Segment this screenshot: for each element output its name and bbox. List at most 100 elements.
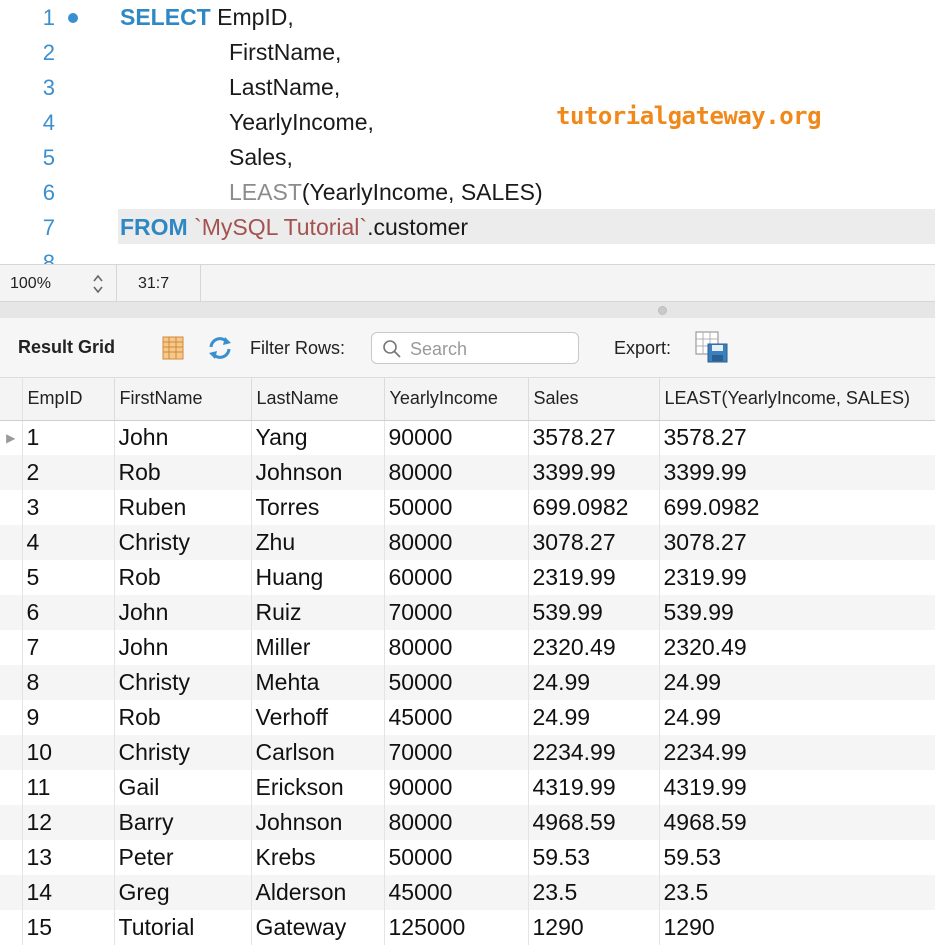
code-line[interactable]: 3 LastName, (0, 70, 935, 105)
table-cell[interactable]: 4 (22, 525, 115, 560)
table-row[interactable]: 15 Tutorial Gateway 125000 1290 1290 (0, 910, 935, 945)
column-header[interactable]: FirstName (114, 378, 252, 421)
column-header[interactable]: EmpID (22, 378, 115, 421)
row-marker[interactable] (0, 455, 23, 490)
sql-editor[interactable]: 1 SELECT EmpID, 2 FirstName, 3 LastName, 4 Year… (0, 0, 935, 264)
table-row[interactable]: 5 Rob Huang 60000 2319.99 2319.99 (0, 560, 935, 595)
filter-search-input[interactable] (410, 338, 570, 360)
table-cell[interactable]: 2319.99 (528, 560, 660, 595)
table-row[interactable]: 4 Christy Zhu 80000 3078.27 3078.27 (0, 525, 935, 560)
table-cell[interactable]: Gail (114, 770, 252, 805)
table-cell[interactable]: 2320.49 (659, 630, 935, 665)
table-cell[interactable]: 24.99 (659, 700, 935, 735)
table-cell[interactable]: Rob (114, 455, 252, 490)
table-cell[interactable]: 12 (22, 805, 115, 840)
table-cell[interactable]: 4968.59 (528, 805, 660, 840)
table-cell[interactable]: 699.0982 (659, 490, 935, 525)
table-cell[interactable]: Alderson (251, 875, 385, 910)
table-cell[interactable]: 15 (22, 910, 115, 945)
row-marker[interactable] (0, 840, 23, 875)
table-cell[interactable]: 24.99 (659, 665, 935, 700)
row-marker[interactable] (0, 735, 23, 770)
table-row[interactable]: 12 Barry Johnson 80000 4968.59 4968.59 (0, 805, 935, 840)
table-cell[interactable]: 539.99 (528, 595, 660, 630)
table-cell[interactable]: 2234.99 (659, 735, 935, 770)
table-cell[interactable]: 23.5 (528, 875, 660, 910)
table-cell[interactable]: Christy (114, 665, 252, 700)
row-marker[interactable] (0, 910, 23, 945)
row-marker[interactable] (0, 560, 23, 595)
table-row[interactable]: 13 Peter Krebs 50000 59.53 59.53 (0, 840, 935, 875)
table-cell[interactable]: Yang (251, 420, 385, 455)
table-cell[interactable]: Rob (114, 560, 252, 595)
table-row[interactable]: ▶ 1 John Yang 90000 3578.27 3578.27 (0, 420, 935, 455)
table-cell[interactable]: Christy (114, 735, 252, 770)
table-cell[interactable]: Carlson (251, 735, 385, 770)
table-row[interactable]: 3 Ruben Torres 50000 699.0982 699.0982 (0, 490, 935, 525)
table-cell[interactable]: 50000 (384, 840, 529, 875)
table-cell[interactable]: 9 (22, 700, 115, 735)
row-marker[interactable] (0, 875, 23, 910)
table-cell[interactable]: 1290 (659, 910, 935, 945)
table-cell[interactable]: 539.99 (659, 595, 935, 630)
code-line[interactable]: 8 (0, 245, 935, 265)
table-cell[interactable]: 80000 (384, 455, 529, 490)
table-cell[interactable]: 8 (22, 665, 115, 700)
table-cell[interactable]: 7 (22, 630, 115, 665)
table-cell[interactable]: Krebs (251, 840, 385, 875)
table-cell[interactable]: Gateway (251, 910, 385, 945)
table-cell[interactable]: 45000 (384, 700, 529, 735)
table-cell[interactable]: 3 (22, 490, 115, 525)
table-cell[interactable]: John (114, 420, 252, 455)
table-cell[interactable]: 70000 (384, 735, 529, 770)
table-cell[interactable]: Tutorial (114, 910, 252, 945)
column-header[interactable]: LEAST(YearlyIncome, SALES) (659, 378, 935, 421)
row-marker[interactable] (0, 770, 23, 805)
code-line[interactable]: 2 FirstName, (0, 35, 935, 70)
table-cell[interactable]: John (114, 630, 252, 665)
table-cell[interactable]: 23.5 (659, 875, 935, 910)
row-marker[interactable] (0, 665, 23, 700)
table-cell[interactable]: Johnson (251, 455, 385, 490)
table-cell[interactable]: Barry (114, 805, 252, 840)
table-cell[interactable]: Johnson (251, 805, 385, 840)
code-line[interactable]: 5 Sales, (0, 140, 935, 175)
table-cell[interactable]: Ruiz (251, 595, 385, 630)
table-cell[interactable]: 2 (22, 455, 115, 490)
table-cell[interactable]: 3578.27 (659, 420, 935, 455)
result-grid[interactable]: EmpID FirstName LastName YearlyIncome Sa… (0, 378, 935, 947)
table-cell[interactable]: 2320.49 (528, 630, 660, 665)
table-cell[interactable]: 11 (22, 770, 115, 805)
table-cell[interactable]: 4968.59 (659, 805, 935, 840)
table-cell[interactable]: 3078.27 (528, 525, 660, 560)
table-cell[interactable]: 2319.99 (659, 560, 935, 595)
row-marker[interactable] (0, 700, 23, 735)
table-cell[interactable]: 59.53 (659, 840, 935, 875)
table-cell[interactable]: 80000 (384, 805, 529, 840)
table-cell[interactable]: 4319.99 (528, 770, 660, 805)
table-cell[interactable]: 24.99 (528, 665, 660, 700)
table-cell[interactable]: Peter (114, 840, 252, 875)
code-line[interactable]: 6 LEAST(YearlyIncome, SALES) (0, 175, 935, 210)
table-cell[interactable]: 4319.99 (659, 770, 935, 805)
row-marker[interactable] (0, 525, 23, 560)
current-row-arrow-icon[interactable]: ▶ (0, 420, 23, 455)
table-cell[interactable]: Ruben (114, 490, 252, 525)
grid-view-icon[interactable] (162, 335, 184, 361)
table-row[interactable]: 14 Greg Alderson 45000 23.5 23.5 (0, 875, 935, 910)
table-cell[interactable]: 59.53 (528, 840, 660, 875)
table-cell[interactable]: Greg (114, 875, 252, 910)
splitter-handle-icon[interactable] (658, 306, 667, 315)
table-cell[interactable]: 70000 (384, 595, 529, 630)
refresh-icon[interactable] (206, 335, 234, 361)
row-marker[interactable] (0, 595, 23, 630)
table-cell[interactable]: 125000 (384, 910, 529, 945)
table-cell[interactable]: 90000 (384, 420, 529, 455)
table-cell[interactable]: Verhoff (251, 700, 385, 735)
table-cell[interactable]: 1 (22, 420, 115, 455)
row-marker[interactable] (0, 805, 23, 840)
table-cell[interactable]: 90000 (384, 770, 529, 805)
table-cell[interactable]: 1290 (528, 910, 660, 945)
column-header[interactable]: LastName (251, 378, 385, 421)
table-cell[interactable]: 80000 (384, 525, 529, 560)
